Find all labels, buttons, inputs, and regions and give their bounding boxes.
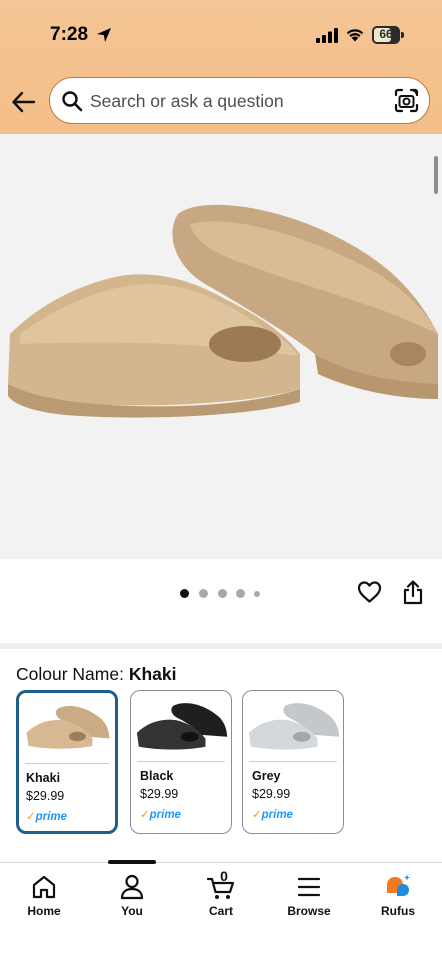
status-bar: 7:28 66 — [0, 0, 442, 70]
home-icon — [32, 875, 56, 899]
prime-badge: ✓prime — [140, 807, 181, 821]
person-icon — [120, 874, 144, 900]
colour-option-grey[interactable]: Grey $29.99 ✓prime — [242, 690, 344, 834]
prime-badge: ✓prime — [26, 809, 67, 823]
share-icon[interactable] — [402, 580, 424, 605]
nav-label: You — [121, 904, 143, 918]
selected-colour-name: Khaki — [128, 664, 177, 684]
rufus-icon — [387, 874, 410, 896]
nav-cart[interactable]: 0 Cart — [181, 868, 261, 921]
battery-level: 66 — [379, 27, 393, 41]
colour-option-price: $29.99 — [252, 787, 291, 801]
wifi-icon — [346, 29, 364, 42]
prime-label: prime — [35, 811, 67, 823]
nav-label: Browse — [287, 904, 331, 918]
section-divider — [0, 643, 442, 649]
swatch-separator — [25, 763, 109, 764]
carousel-dot[interactable] — [199, 589, 208, 598]
prime-label: prime — [149, 809, 181, 821]
carousel-dot[interactable] — [236, 589, 245, 598]
carousel-dot[interactable] — [218, 589, 227, 598]
header: 7:28 66 — [0, 0, 442, 134]
menu-icon — [297, 877, 321, 897]
carousel-dot-active[interactable] — [180, 589, 189, 598]
prime-badge: ✓prime — [252, 807, 293, 821]
bottom-navigation: Home You 0 Cart Browse Rufus — [0, 862, 442, 960]
status-time: 7:28 — [50, 24, 89, 45]
colour-option-name: Khaki — [26, 771, 61, 785]
search-icon — [62, 91, 83, 112]
camera-lens-icon[interactable] — [393, 87, 420, 114]
carousel-dot[interactable] — [254, 591, 260, 597]
swatch-separator — [249, 761, 337, 762]
product-image-area[interactable] — [0, 134, 442, 559]
battery-cap — [401, 32, 404, 38]
swatch-separator — [137, 761, 225, 762]
active-tab-indicator — [108, 860, 156, 864]
colour-option-black[interactable]: Black $29.99 ✓prime — [130, 690, 232, 834]
colour-label-prefix: Colour Name: — [16, 664, 124, 684]
prime-check-icon: ✓ — [140, 809, 150, 821]
location-arrow-icon — [97, 28, 111, 42]
battery-icon: 66 — [372, 26, 404, 44]
grey-slide-thumbnail — [248, 703, 340, 750]
colour-option-name: Grey — [252, 769, 281, 783]
nav-label: Home — [27, 904, 61, 918]
product-image[interactable] — [0, 184, 442, 424]
nav-you[interactable]: You — [92, 871, 172, 921]
colour-name-label: Colour Name: Khaki — [16, 664, 177, 685]
khaki-slide-thumbnail — [26, 706, 110, 749]
cellular-signal-icon — [316, 28, 338, 43]
colour-option-price: $29.99 — [140, 787, 179, 801]
nav-label: Rufus — [381, 904, 415, 918]
colour-option-price: $29.99 — [26, 789, 65, 803]
prime-check-icon: ✓ — [252, 809, 262, 821]
search-input[interactable] — [90, 86, 380, 116]
back-arrow-icon[interactable] — [10, 88, 38, 116]
prime-check-icon: ✓ — [26, 811, 36, 823]
nav-home[interactable]: Home — [4, 871, 84, 921]
nav-label: Cart — [208, 904, 233, 918]
black-slide-thumbnail — [136, 703, 228, 750]
search-bar[interactable] — [49, 77, 430, 124]
cart-count: 0 — [220, 868, 228, 884]
heart-icon[interactable] — [357, 580, 382, 604]
colour-option-name: Black — [140, 769, 174, 783]
nav-browse[interactable]: Browse — [269, 871, 349, 921]
nav-rufus[interactable]: Rufus — [358, 871, 438, 921]
prime-label: prime — [261, 809, 293, 821]
colour-option-khaki[interactable]: Khaki $29.99 ✓prime — [16, 690, 118, 834]
